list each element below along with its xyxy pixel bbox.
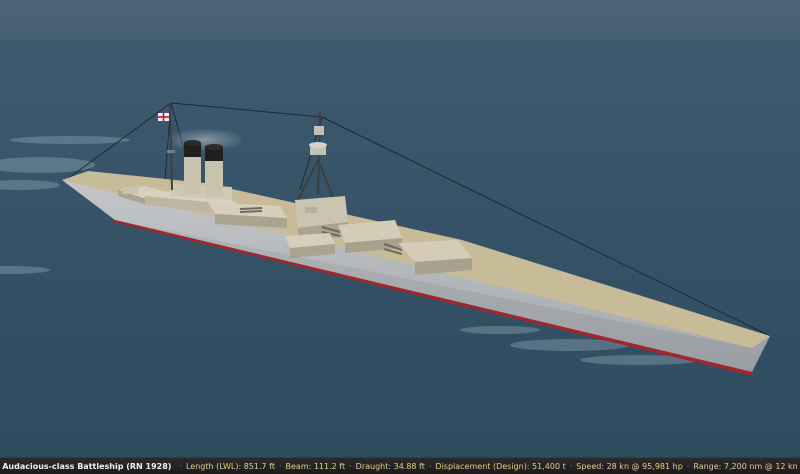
ship-info-bar: Audacious-class Battleship (RN 1928) · L… — [0, 457, 800, 474]
spec-displacement: Displacement (Design): 51,400 t — [435, 461, 566, 471]
horizon-haze — [0, 0, 800, 40]
separator: · — [569, 461, 573, 471]
white-ensign-flag-icon — [158, 113, 169, 121]
spec-beam: Beam: 111.2 ft — [285, 461, 346, 471]
ship-title: Audacious-class Battleship (RN 1928) — [2, 461, 172, 471]
separator: · — [179, 461, 182, 471]
ship-scene[interactable] — [0, 0, 800, 474]
game-viewport[interactable]: Audacious-class Battleship (RN 1928) · L… — [0, 0, 800, 474]
separator: · — [428, 461, 432, 471]
spec-draught: Draught: 34.88 ft — [355, 461, 425, 471]
separator: · — [278, 461, 282, 471]
spec-speed: Speed: 28 kn @ 95,981 hp — [576, 461, 683, 471]
separator: · — [349, 461, 352, 471]
spec-length: Length (LWL): 851.7 ft — [185, 461, 275, 471]
separator: · — [686, 461, 690, 471]
spec-range: Range: 7,200 nm @ 12 kn — [693, 461, 798, 471]
